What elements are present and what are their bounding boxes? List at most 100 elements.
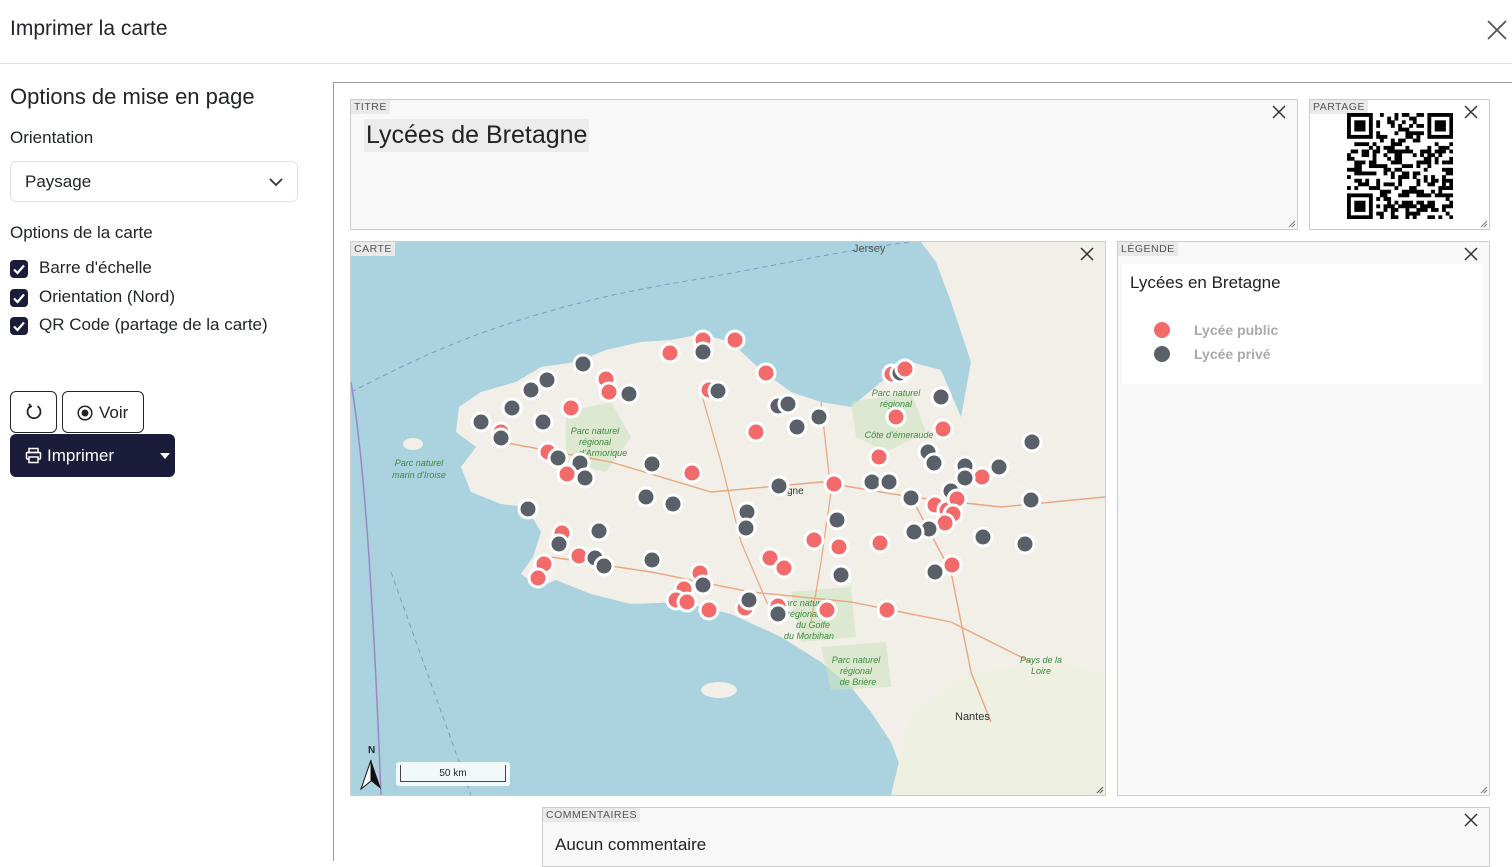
scale-label: 50 km	[439, 768, 467, 779]
qr-module	[1372, 142, 1377, 147]
view-button[interactable]: Voir	[62, 391, 144, 433]
qr-module	[1376, 186, 1381, 190]
checkbox-north-arrow[interactable]	[10, 289, 28, 307]
qr-module	[1442, 182, 1446, 187]
qr-module	[1368, 164, 1373, 169]
checkbox-qr-code[interactable]	[10, 317, 28, 335]
qr-module	[1427, 149, 1432, 154]
qr-module	[1398, 178, 1403, 183]
qr-module	[1416, 208, 1421, 212]
qr-module	[1365, 178, 1370, 183]
private-school-marker	[1014, 533, 1036, 555]
qr-module	[1398, 193, 1403, 198]
qr-module	[1365, 149, 1370, 154]
public-school-marker	[598, 381, 620, 403]
close-icon[interactable]	[1464, 813, 1478, 827]
qr-module	[1427, 116, 1432, 121]
qr-module	[1442, 149, 1446, 154]
qr-module	[1442, 167, 1446, 172]
qr-module	[1387, 120, 1392, 125]
resize-handle-icon[interactable]	[1288, 220, 1296, 228]
private-school-marker	[924, 561, 946, 583]
qr-module	[1357, 127, 1362, 132]
legend-label: Lycée privé	[1194, 346, 1271, 362]
close-icon[interactable]	[1464, 247, 1478, 261]
map-label-golfe-3: du Golfe	[796, 620, 830, 630]
close-icon[interactable]	[1080, 247, 1094, 261]
resize-handle-icon[interactable]	[1096, 786, 1104, 794]
qr-module	[1416, 164, 1421, 169]
close-icon[interactable]	[1464, 105, 1478, 119]
modal-header: Imprimer la carte	[0, 0, 1512, 64]
comments-block[interactable]: COMMENTAIRES Aucun commentaire	[542, 807, 1490, 867]
qr-module	[1401, 189, 1406, 194]
qr-module	[1445, 193, 1450, 198]
qr-module	[1354, 113, 1359, 117]
qr-module	[1445, 160, 1450, 165]
qr-module	[1409, 189, 1413, 194]
qr-module	[1434, 193, 1439, 198]
qr-module	[1412, 204, 1417, 209]
private-school-marker	[593, 555, 615, 577]
qr-module	[1449, 186, 1453, 190]
qr-module	[1347, 215, 1351, 219]
qr-module	[1409, 164, 1413, 169]
qr-module	[1442, 145, 1446, 150]
map-title[interactable]: Lycées de Bretagne	[364, 119, 590, 152]
qr-module	[1431, 153, 1435, 158]
qr-module	[1379, 134, 1384, 139]
qr-module	[1427, 204, 1432, 209]
printer-icon	[25, 447, 42, 464]
share-block[interactable]: PARTAGE	[1309, 99, 1490, 230]
title-block[interactable]: TITRE Lycées de Bretagne	[350, 99, 1298, 230]
qr-module	[1361, 200, 1366, 205]
checkbox-scale-bar[interactable]	[10, 260, 28, 278]
qr-module	[1387, 145, 1392, 150]
comments-text[interactable]: Aucun commentaire	[555, 835, 706, 855]
resize-handle-icon[interactable]	[1480, 220, 1488, 228]
map-label-nantes: Nantes	[955, 711, 990, 723]
public-school-marker	[816, 599, 838, 621]
qr-module	[1347, 167, 1351, 172]
map-label-briere-2: régional	[840, 666, 873, 676]
qr-module	[1390, 208, 1395, 212]
public-school-marker	[698, 599, 720, 621]
print-label: Imprimer	[47, 446, 115, 465]
qr-module	[1405, 215, 1410, 219]
print-options-toggle[interactable]	[160, 453, 170, 459]
qr-module	[1420, 160, 1424, 165]
qr-module	[1449, 200, 1453, 205]
qr-module	[1394, 186, 1399, 190]
public-school-marker	[932, 418, 954, 440]
orientation-select[interactable]: Paysage	[10, 161, 298, 202]
qr-module	[1431, 178, 1435, 183]
legend-block[interactable]: LÉGENDE Lycées en Bretagne Lycée public …	[1117, 241, 1490, 796]
qr-module	[1442, 127, 1446, 132]
public-school-marker	[869, 532, 891, 554]
reset-button[interactable]	[10, 391, 57, 433]
close-icon[interactable]	[1272, 105, 1286, 119]
qr-module	[1390, 182, 1395, 187]
qr-module	[1423, 167, 1428, 172]
qr-module	[1350, 156, 1355, 161]
qr-module	[1357, 123, 1362, 128]
qr-module	[1405, 113, 1410, 117]
block-tag: TITRE	[351, 100, 390, 114]
qr-module	[1412, 186, 1417, 190]
qr-module	[1390, 160, 1395, 165]
qr-module	[1412, 175, 1417, 179]
option-label: QR Code (partage de la carte)	[39, 315, 268, 334]
qr-module	[1368, 131, 1373, 136]
print-button[interactable]: Imprimer	[10, 434, 175, 477]
close-icon[interactable]	[1485, 18, 1509, 42]
map-label-loire-2: Loire	[1031, 666, 1051, 676]
resize-handle-icon[interactable]	[1480, 786, 1488, 794]
map-svg[interactable]: Jersey Nantes gne Parc naturel marin d'I…	[351, 242, 1105, 795]
qr-module	[1387, 204, 1392, 209]
qr-module	[1423, 193, 1428, 198]
map-label-briere-3: de Brière	[840, 677, 877, 687]
map-block[interactable]: Jersey Nantes gne Parc naturel marin d'I…	[350, 241, 1106, 796]
map-canvas[interactable]: Jersey Nantes gne Parc naturel marin d'I…	[351, 242, 1105, 795]
qr-module	[1376, 197, 1381, 201]
qr-module	[1383, 171, 1388, 176]
